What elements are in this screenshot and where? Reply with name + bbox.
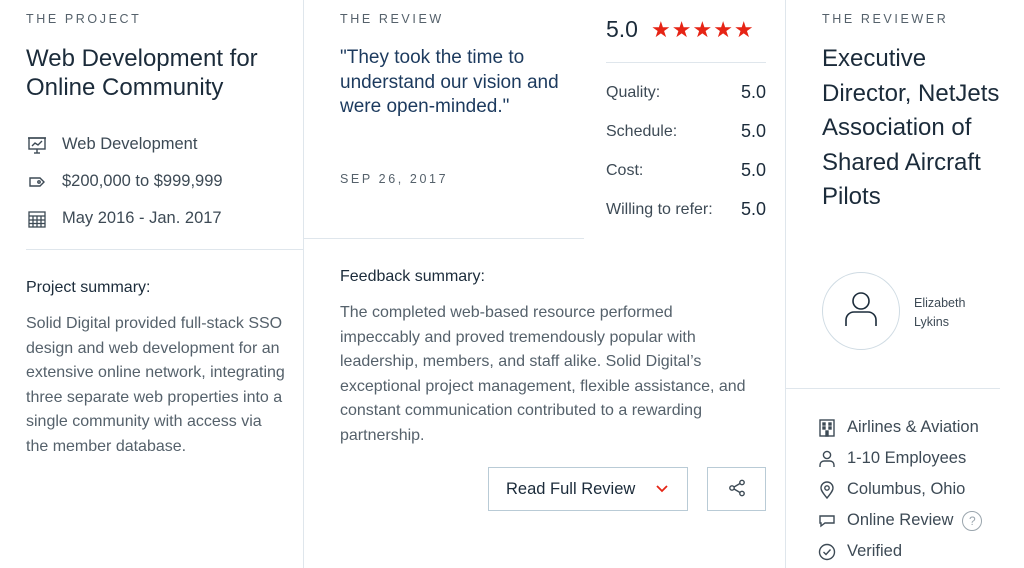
building-icon [818,418,836,437]
reviewer-column: THE REVIEWER Executive Director, NetJets… [786,0,1024,568]
rating-value: 5.0 [740,199,766,219]
star-icon: ★ [713,16,733,42]
project-meta-dates: May 2016 - Jan. 2017 [26,200,223,237]
rating-value: 5.0 [740,121,766,141]
star-icon: ★ [650,16,671,42]
review-column: THE REVIEW "They took the time to unders… [304,0,786,568]
rating-quality: Quality: 5.0 [606,82,766,103]
star-icon: ★ [671,16,692,42]
project-eyebrow: THE PROJECT [26,12,142,26]
reviewer-verified: Verified [818,536,982,567]
calendar-icon [26,208,48,230]
rating-value: 5.0 [740,160,766,180]
user-icon [843,290,879,333]
project-column: THE PROJECT Web Development for Online C… [0,0,304,568]
overall-score: 5.0 [606,16,638,42]
presentation-icon [26,134,48,156]
project-service-text: Web Development [62,135,198,153]
rating-label: Quality: [606,83,661,101]
project-title: Web Development for Online Community [26,45,258,101]
reviewer-location: Columbus, Ohio [818,474,982,505]
rating-label: Cost: [606,161,644,179]
reviewer-review-source: Online Review ? [818,505,983,536]
review-date: SEP 26, 2017 [340,172,449,186]
divider [304,238,584,239]
speech-bubble-icon [818,512,836,530]
rating-value: 5.0 [740,82,766,102]
project-budget-text: $200,000 to $999,999 [62,172,223,190]
reviewer-industry: Airlines & Aviation [818,412,982,443]
reviewer-review-source-text: Online Review [847,511,954,529]
reviewer-name: Elizabeth Lykins [914,296,966,329]
reviewer-location-text: Columbus, Ohio [847,480,966,498]
review-eyebrow: THE REVIEW [340,12,444,26]
divider [606,62,766,63]
reviewer-company-size: 1-10 Employees [818,443,982,474]
project-dates-text: May 2016 - Jan. 2017 [62,209,222,227]
rating-willing-to-refer: Willing to refer: 5.0 [606,199,766,220]
price-tag-icon [26,171,48,193]
project-meta-service: Web Development [26,126,223,163]
project-summary-heading: Project summary: [26,279,151,296]
reviewer-verified-text: Verified [847,542,903,560]
rating-schedule: Schedule: 5.0 [606,121,766,142]
overall-rating: 5.0 ★ ★ ★ ★ ★ [606,16,776,43]
review-quote: "They took the time to understand our vi… [340,47,559,117]
share-button[interactable] [707,467,766,511]
star-icon: ★ [733,16,754,42]
project-summary-text: Solid Digital provided full-stack SSO de… [26,315,285,455]
share-icon [727,478,747,501]
project-meta-budget: $200,000 to $999,999 [26,163,223,200]
rating-cost: Cost: 5.0 [606,160,766,181]
feedback-summary-text: The completed web-based resource perform… [340,304,746,444]
divider [26,249,303,250]
rating-label: Willing to refer: [606,200,713,218]
reviewer-eyebrow: THE REVIEWER [822,12,949,26]
project-meta-list: Web Development $200,000 to $999,999 May… [26,126,223,237]
star-rating: ★ ★ ★ ★ ★ [650,16,754,42]
divider [786,388,1000,389]
reviewer-details: Airlines & Aviation 1-10 Employees Colum… [818,412,983,567]
check-circle-icon [818,543,836,561]
reviewer-industry-text: Airlines & Aviation [847,418,979,436]
reviewer-title: Executive Director, NetJets Association … [822,45,1000,210]
read-full-review-label: Read Full Review [506,479,636,498]
reviewer-company-size-text: 1-10 Employees [847,449,967,467]
read-full-review-button[interactable]: Read Full Review [488,467,688,511]
rating-label: Schedule: [606,122,678,140]
feedback-summary-heading: Feedback summary: [340,268,485,285]
avatar [822,272,900,350]
star-icon: ★ [692,16,713,42]
help-icon[interactable]: ? [962,510,983,531]
person-icon [818,450,836,468]
chevron-down-icon [655,482,669,501]
location-pin-icon [818,480,836,499]
